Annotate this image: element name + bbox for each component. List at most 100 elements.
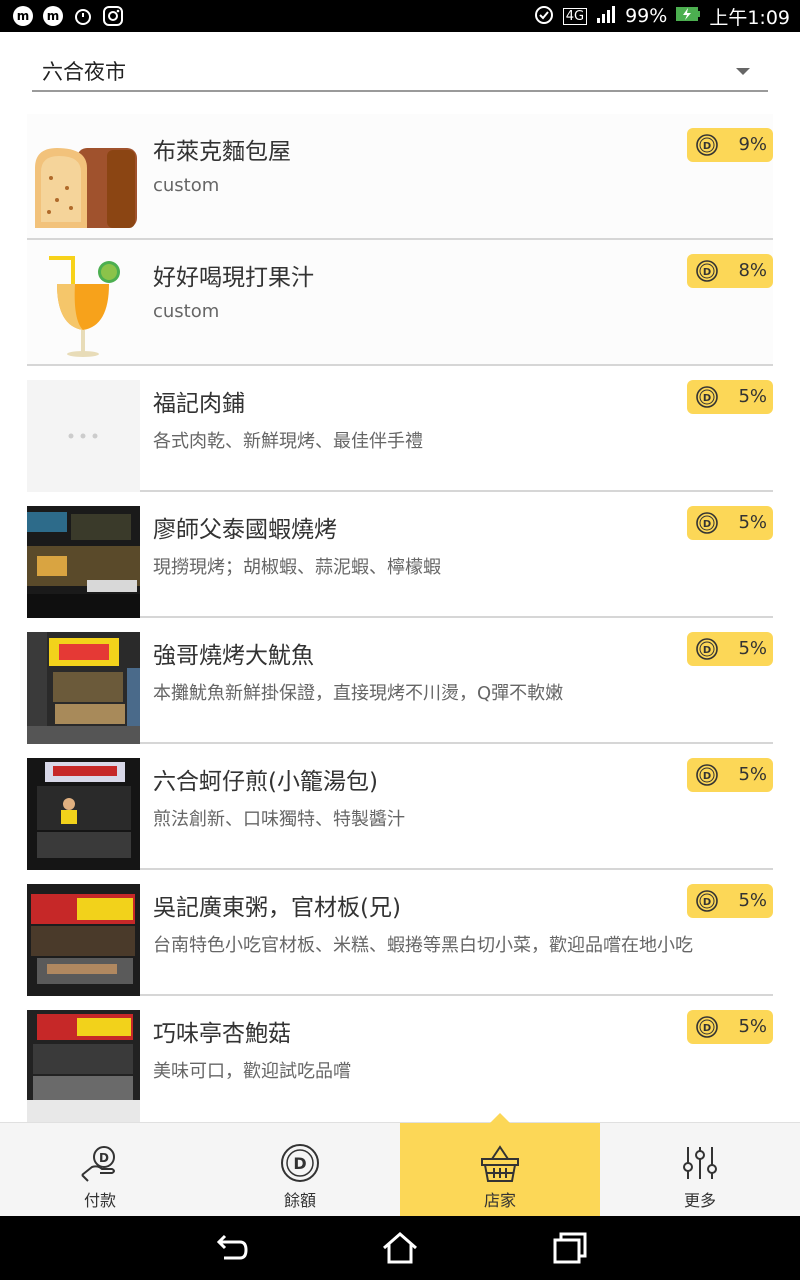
alarm-icon	[72, 5, 94, 27]
store-photo	[27, 758, 140, 870]
reward-badge: D 5%	[687, 884, 773, 918]
svg-text:m: m	[47, 9, 60, 23]
clock: 上午1:09	[709, 6, 790, 29]
coin-icon: D	[696, 890, 718, 912]
reward-badge: D 5%	[687, 632, 773, 666]
store-row[interactable]: 布萊克麵包屋 custom D 9%	[27, 114, 773, 240]
store-desc: 煎法創新、口味獨特、特製醬汁	[153, 809, 405, 830]
active-tab-indicator	[490, 1113, 510, 1123]
reward-badge: D 9%	[687, 128, 773, 162]
store-list: 布萊克麵包屋 custom D 9% 好好喝現打果汁 custom D 8% 福…	[27, 114, 773, 1122]
home-icon[interactable]	[380, 1228, 420, 1268]
store-name: 巧味亭杏鮑菇	[153, 1021, 291, 1047]
store-name: 布萊克麵包屋	[153, 139, 291, 165]
coin-icon: D	[696, 134, 718, 156]
store-photo	[27, 1010, 140, 1122]
reward-badge: D 8%	[687, 254, 773, 288]
store-desc: 各式肉乾、新鮮現烤、最佳伴手禮	[153, 431, 423, 452]
svg-text:D: D	[703, 141, 711, 152]
juice-icon	[27, 254, 140, 366]
store-desc: 本攤魷魚新鮮掛保證，直接現烤不川燙，Q彈不軟嫩	[153, 683, 564, 704]
store-row[interactable]: 六合蚵仔煎(小籠湯包) 煎法創新、口味獨特、特製醬汁 D 5%	[27, 744, 773, 870]
store-row[interactable]: 廖師父泰國蝦燒烤 現撈現烤；胡椒蝦、蒜泥蝦、檸檬蝦 D 5%	[27, 492, 773, 618]
store-desc: custom	[153, 301, 220, 322]
store-photo	[27, 884, 140, 996]
sliders-icon	[678, 1141, 722, 1185]
tab-more[interactable]: 更多	[600, 1123, 800, 1217]
reward-percent: 5%	[738, 1016, 767, 1037]
tab-pay[interactable]: D 付款	[0, 1123, 200, 1217]
store-row[interactable]: 福記肉鋪 各式肉乾、新鮮現烤、最佳伴手禮 D 5%	[27, 366, 773, 492]
recent-apps-icon[interactable]	[550, 1228, 590, 1268]
store-name: 好好喝現打果汁	[153, 265, 314, 291]
store-desc: 現撈現烤；胡椒蝦、蒜泥蝦、檸檬蝦	[153, 557, 441, 578]
reward-percent: 9%	[738, 134, 767, 155]
network-type: 4G	[562, 7, 588, 25]
store-row[interactable]: 巧味亭杏鮑菇 美味可口，歡迎試吃品嚐 D 5%	[27, 996, 773, 1122]
coin-icon: D	[278, 1141, 322, 1185]
store-row[interactable]: 好好喝現打果汁 custom D 8%	[27, 240, 773, 366]
svg-text:D: D	[703, 519, 711, 530]
svg-text:D: D	[99, 1151, 109, 1165]
bottom-tab-bar: D 付款 D 餘額 店家 更多	[0, 1113, 800, 1217]
reward-percent: 5%	[738, 764, 767, 785]
signal-icon	[595, 4, 617, 29]
store-name: 吳記廣東粥，官材板(兄)	[153, 895, 401, 921]
store-photo	[27, 506, 140, 618]
status-bar: m m 4G 99% 上午1:09	[0, 0, 800, 32]
coin-icon: D	[696, 764, 718, 786]
svg-text:D: D	[703, 771, 711, 782]
tab-stores[interactable]: 店家	[400, 1113, 600, 1217]
reward-badge: D 5%	[687, 380, 773, 414]
store-name: 廖師父泰國蝦燒烤	[153, 517, 337, 543]
dropdown-arrow-icon	[736, 67, 750, 75]
svg-text:D: D	[703, 897, 711, 908]
reward-percent: 5%	[738, 386, 767, 407]
reward-percent: 5%	[738, 512, 767, 533]
reward-badge: D 5%	[687, 1010, 773, 1044]
svg-text:D: D	[703, 645, 711, 656]
tab-balance[interactable]: D 餘額	[200, 1123, 400, 1217]
tab-label: 餘額	[283, 1191, 316, 1210]
reward-badge: D 5%	[687, 758, 773, 792]
system-nav-bar	[0, 1216, 800, 1280]
battery-charging-icon	[675, 5, 701, 28]
coin-icon: D	[696, 386, 718, 408]
store-name: 強哥燒烤大魷魚	[153, 643, 314, 669]
app-m-icon: m	[12, 5, 34, 27]
placeholder-image	[27, 380, 140, 492]
coin-icon: D	[696, 1016, 718, 1038]
svg-text:D: D	[293, 1154, 306, 1173]
bread-icon	[27, 128, 140, 240]
alarm-clock-icon	[533, 3, 555, 30]
svg-text:m: m	[17, 9, 30, 23]
svg-text:D: D	[703, 393, 711, 404]
store-desc: custom	[153, 175, 220, 196]
store-desc: 美味可口，歡迎試吃品嚐	[153, 1061, 351, 1082]
coin-icon: D	[696, 638, 718, 660]
battery-level: 99%	[625, 5, 668, 27]
tab-label: 更多	[683, 1191, 716, 1210]
store-row[interactable]: 吳記廣東粥，官材板(兄) 台南特色小吃官材板、米糕、蝦捲等黑白切小菜，歡迎品嚐在…	[27, 870, 773, 996]
svg-text:D: D	[703, 267, 711, 278]
store-row[interactable]: 強哥燒烤大魷魚 本攤魷魚新鮮掛保證，直接現烤不川燙，Q彈不軟嫩 D 5%	[27, 618, 773, 744]
tab-label: 付款	[83, 1191, 116, 1210]
store-name: 福記肉鋪	[153, 391, 245, 417]
app-m-icon: m	[42, 5, 64, 27]
store-desc: 台南特色小吃官材板、米糕、蝦捲等黑白切小菜，歡迎品嚐在地小吃	[153, 935, 693, 956]
svg-text:D: D	[703, 1023, 711, 1034]
dropdown-selected-value: 六合夜市	[42, 60, 126, 84]
coin-icon: D	[696, 512, 718, 534]
basket-icon	[478, 1141, 522, 1185]
night-market-dropdown[interactable]: 六合夜市	[32, 52, 768, 92]
pay-hand-coin-icon: D	[78, 1141, 122, 1185]
reward-percent: 5%	[738, 890, 767, 911]
back-icon[interactable]	[210, 1228, 250, 1268]
store-photo	[27, 632, 140, 744]
store-name: 六合蚵仔煎(小籠湯包)	[153, 769, 378, 795]
reward-percent: 8%	[738, 260, 767, 281]
tab-label: 店家	[483, 1191, 516, 1210]
reward-badge: D 5%	[687, 506, 773, 540]
reward-percent: 5%	[738, 638, 767, 659]
coin-icon: D	[696, 260, 718, 282]
